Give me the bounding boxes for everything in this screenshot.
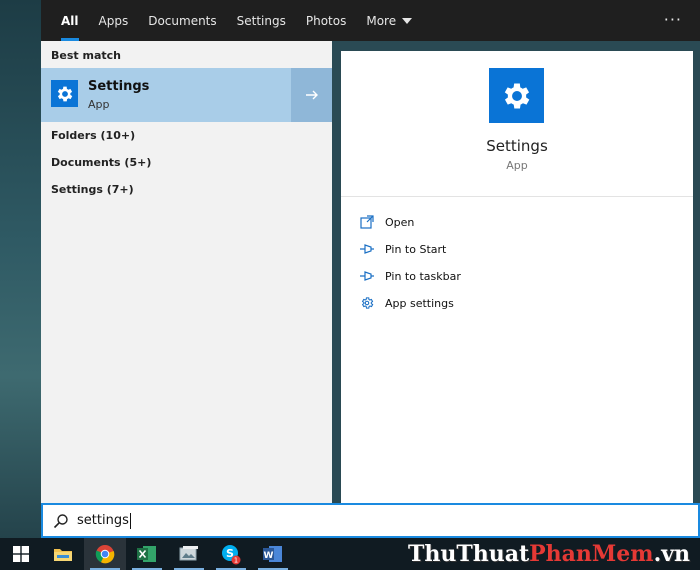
tab-all[interactable]: All bbox=[51, 0, 89, 41]
watermark-part: ThuThuat bbox=[408, 541, 530, 567]
tab-label: All bbox=[61, 13, 79, 28]
action-label: Pin to taskbar bbox=[385, 269, 461, 283]
taskbar-image-viewer[interactable] bbox=[168, 538, 210, 570]
taskbar-file-explorer[interactable] bbox=[42, 538, 84, 570]
word-icon: W bbox=[263, 546, 282, 562]
action-open[interactable]: Open bbox=[359, 212, 414, 232]
search-scope-tabs: All Apps Documents Settings Photos More … bbox=[41, 0, 700, 41]
preview-title: Settings bbox=[486, 137, 548, 155]
excel-icon bbox=[137, 546, 156, 562]
pin-icon bbox=[359, 241, 375, 257]
tab-label: Photos bbox=[305, 13, 347, 28]
taskbar-word[interactable]: W bbox=[252, 538, 294, 570]
divider bbox=[341, 196, 693, 197]
more-options-icon[interactable]: ··· bbox=[664, 10, 682, 29]
image-viewer-icon bbox=[179, 546, 198, 561]
desktop-background bbox=[0, 0, 41, 538]
open-icon bbox=[359, 214, 375, 230]
search-box[interactable]: settings bbox=[41, 503, 700, 538]
results-list: Best match Settings App Folders (10+) Do… bbox=[41, 41, 332, 503]
file-explorer-icon bbox=[54, 549, 72, 561]
search-input[interactable]: settings bbox=[77, 513, 129, 528]
chevron-down-icon bbox=[402, 17, 413, 24]
taskbar-skype[interactable]: S 1 bbox=[210, 538, 252, 570]
tab-label: Apps bbox=[98, 13, 129, 28]
action-pin-to-start[interactable]: Pin to Start bbox=[359, 239, 446, 259]
notification-badge: 1 bbox=[234, 557, 238, 565]
category-documents[interactable]: Documents (5+) bbox=[51, 156, 151, 169]
settings-app-icon-large bbox=[489, 68, 544, 123]
category-settings[interactable]: Settings (7+) bbox=[51, 183, 134, 196]
taskbar-excel[interactable] bbox=[126, 538, 168, 570]
tab-label: More bbox=[366, 13, 397, 28]
search-icon bbox=[53, 513, 68, 528]
best-match-heading: Best match bbox=[51, 49, 121, 62]
text-caret bbox=[129, 512, 131, 529]
arrow-right-icon bbox=[305, 90, 318, 100]
tab-settings[interactable]: Settings bbox=[227, 0, 296, 41]
action-app-settings[interactable]: App settings bbox=[359, 293, 454, 313]
watermark-part: PhanMem bbox=[529, 541, 654, 567]
action-label: Pin to Start bbox=[385, 242, 447, 256]
best-match-name: Settings bbox=[88, 79, 150, 94]
action-pin-to-taskbar[interactable]: Pin to taskbar bbox=[359, 266, 461, 286]
tab-photos[interactable]: Photos bbox=[296, 0, 356, 41]
action-label: Open bbox=[385, 215, 415, 229]
skype-icon: S 1 bbox=[222, 545, 241, 565]
windows-start-icon bbox=[13, 546, 29, 562]
tab-apps[interactable]: Apps bbox=[89, 0, 139, 41]
watermark-part: .vn bbox=[653, 541, 690, 567]
start-button[interactable] bbox=[0, 538, 42, 570]
best-match-result: Settings App bbox=[41, 68, 332, 122]
preview-subtitle: App bbox=[506, 159, 528, 172]
tab-label: Settings bbox=[236, 13, 286, 28]
chrome-icon bbox=[95, 545, 115, 564]
tab-more[interactable]: More bbox=[356, 0, 422, 41]
category-folders[interactable]: Folders (10+) bbox=[51, 129, 135, 142]
pin-icon bbox=[359, 268, 375, 284]
best-match-type: App bbox=[88, 98, 110, 111]
tab-label: Documents bbox=[148, 13, 217, 28]
expand-preview-button[interactable] bbox=[291, 68, 332, 122]
watermark-logo: ThuThuat PhanMem .vn bbox=[408, 538, 690, 570]
preview-pane: Settings App Open Pin to Start Pin to ta… bbox=[341, 51, 693, 503]
best-match-open[interactable]: Settings App bbox=[41, 68, 290, 122]
settings-app-icon bbox=[51, 80, 78, 107]
action-label: App settings bbox=[385, 296, 454, 310]
taskbar-chrome[interactable] bbox=[84, 538, 126, 570]
tab-documents[interactable]: Documents bbox=[138, 0, 226, 41]
gear-icon bbox=[359, 295, 375, 311]
svg-text:W: W bbox=[264, 551, 274, 561]
